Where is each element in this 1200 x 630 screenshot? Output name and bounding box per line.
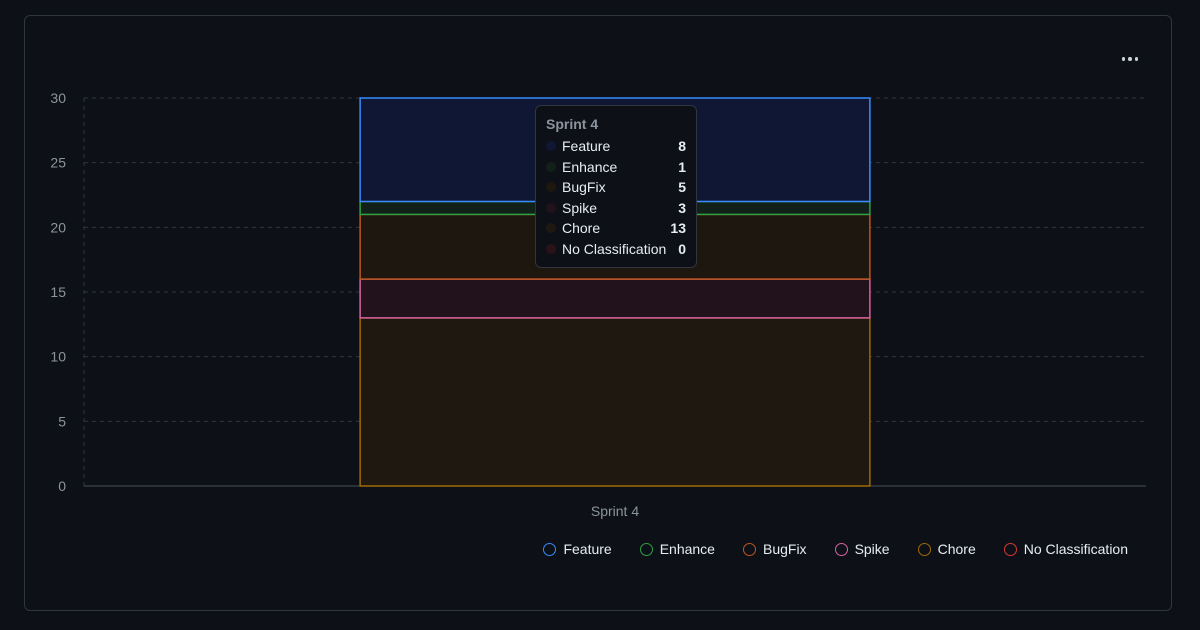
tooltip-row-label: Chore [562, 220, 601, 237]
tooltip-row-value: 3 [678, 199, 686, 216]
bar-segment-spike [359, 278, 871, 319]
y-tick-label: 25 [50, 155, 66, 171]
stacked-bar-chart: 051015202530Sprint 4 [50, 90, 1146, 519]
legend-circle-icon [543, 542, 557, 556]
y-tick-label: 15 [50, 284, 66, 300]
tooltip-row: Spike 3 [546, 198, 686, 219]
legend-item-bugfix[interactable]: BugFix [742, 539, 807, 559]
series-dot-icon [546, 202, 556, 213]
y-tick-label: 10 [50, 349, 66, 365]
tooltip-row-value: 8 [678, 138, 686, 155]
legend-circle-icon [917, 542, 931, 556]
series-dot-icon [546, 161, 556, 172]
tooltip-row-value: 13 [670, 220, 686, 237]
series-dot-icon [546, 243, 556, 254]
tooltip-row-label: Feature [562, 138, 611, 155]
tooltip-row: No Classification 0 [546, 239, 686, 260]
legend-label: Feature [563, 541, 612, 557]
tooltip-row-value: 5 [678, 179, 686, 196]
tooltip-rows: Feature 8 Enhance 1 BugFix 5 Spike 3 Chore 13 No C… [546, 136, 686, 259]
legend-item-feature[interactable]: Feature [543, 539, 612, 559]
y-tick-label: 5 [58, 413, 66, 429]
x-tick-label: Sprint 4 [591, 503, 639, 519]
tooltip-row-label: BugFix [562, 179, 606, 196]
series-dot-icon [546, 223, 556, 234]
tooltip-title: Sprint 4 [546, 116, 599, 132]
legend-label: Enhance [659, 541, 715, 557]
legend-label: Chore [937, 541, 976, 557]
legend-circle-icon [834, 542, 848, 556]
legend-item-chore[interactable]: Chore [917, 539, 976, 559]
legend-circle-icon [1003, 542, 1017, 556]
bar-segment-chore [359, 317, 871, 487]
tooltip-row-value: 0 [678, 240, 686, 257]
tooltip-row-label: Enhance [562, 158, 618, 175]
legend-item-enhance[interactable]: Enhance [639, 539, 715, 559]
tooltip-row-label: Spike [562, 199, 598, 216]
tooltip-row: Chore 13 [546, 218, 686, 239]
legend-label: Spike [854, 541, 890, 557]
series-dot-icon [546, 141, 556, 152]
chart-legend: Feature Enhance BugFix Spike Chore No Classif… [543, 539, 1128, 559]
legend-label: BugFix [762, 541, 807, 557]
y-tick-label: 30 [50, 90, 66, 106]
legend-item-no-classification[interactable]: No Classification [1003, 539, 1128, 559]
series-dot-icon [546, 182, 556, 193]
y-tick-label: 0 [58, 478, 66, 494]
chart-tooltip: Sprint 4 Feature 8 Enhance 1 BugFix 5 Spike 3 Ch… [535, 105, 697, 268]
legend-circle-icon [639, 542, 653, 556]
tooltip-row-value: 1 [678, 158, 686, 175]
y-tick-label: 20 [50, 219, 66, 235]
tooltip-row-label: No Classification [562, 240, 667, 257]
tooltip-row: Feature 8 [546, 136, 686, 157]
tooltip-row: BugFix 5 [546, 177, 686, 198]
legend-circle-icon [742, 542, 756, 556]
tooltip-row: Enhance 1 [546, 157, 686, 178]
legend-label: No Classification [1023, 541, 1128, 557]
legend-item-spike[interactable]: Spike [834, 539, 890, 559]
